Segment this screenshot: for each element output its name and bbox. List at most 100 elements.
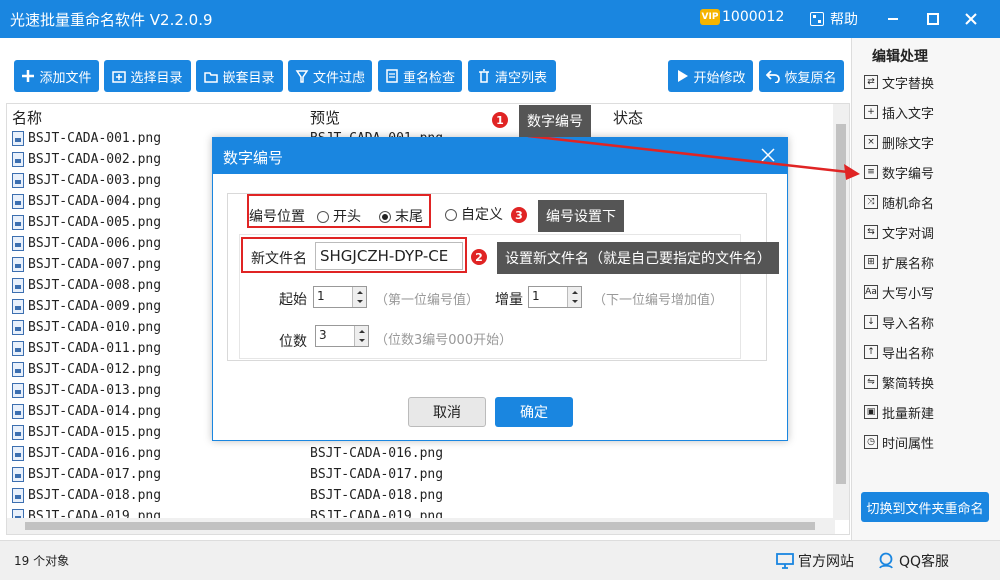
list-item[interactable]: BSJT-CADA-012.png bbox=[12, 359, 161, 380]
file-name: BSJT-CADA-013.png bbox=[28, 383, 162, 398]
panel-item[interactable]: ▣ 批量新建 bbox=[864, 402, 934, 422]
panel-item[interactable]: ↓ 导入名称 bbox=[864, 312, 934, 332]
website-label: 官方网站 bbox=[798, 554, 854, 570]
digits-stepper[interactable]: 3 bbox=[315, 325, 369, 347]
panel-item[interactable]: ≡ 数字编号 bbox=[864, 162, 934, 182]
select-dir-label: 选择目录 bbox=[130, 70, 183, 86]
list-item[interactable]: BSJT-CADA-009.png bbox=[12, 296, 161, 317]
panel-item[interactable]: Aa 大写小写 bbox=[864, 282, 934, 302]
account-badge[interactable]: VIP 1000012 bbox=[700, 9, 784, 25]
panel-item[interactable]: ⇄ 文字替换 bbox=[864, 72, 934, 92]
trash-icon bbox=[478, 69, 489, 83]
column-header-name[interactable]: 名称 bbox=[12, 107, 42, 128]
list-item[interactable]: BSJT-CADA-007.png bbox=[12, 254, 161, 275]
cancel-button[interactable]: 取消 bbox=[408, 397, 486, 427]
list-item[interactable]: BSJT-CADA-008.png bbox=[12, 275, 161, 296]
panel-item[interactable]: ⊞ 扩展名称 bbox=[864, 252, 934, 272]
panel-item[interactable]: ◷ 时间属性 bbox=[864, 432, 934, 452]
start-button[interactable]: 开始修改 bbox=[668, 60, 753, 92]
png-file-icon bbox=[12, 278, 24, 293]
stepper-arrows-icon[interactable] bbox=[567, 287, 581, 307]
start-stepper[interactable]: 1 bbox=[313, 286, 367, 308]
list-item[interactable]: BSJT-CADA-015.png bbox=[12, 422, 161, 443]
list-item[interactable]: BSJT-CADA-013.png bbox=[12, 380, 161, 401]
website-link[interactable]: 官方网站 bbox=[776, 551, 854, 571]
maximize-button[interactable] bbox=[920, 6, 946, 32]
file-name: BSJT-CADA-003.png bbox=[28, 173, 162, 188]
list-item[interactable]: BSJT-CADA-017.png bbox=[12, 464, 161, 485]
ok-button[interactable]: 确定 bbox=[495, 397, 573, 427]
list-item[interactable]: BSJT-CADA-002.png bbox=[12, 149, 161, 170]
panel-item-label: 繁简转换 bbox=[882, 376, 935, 392]
folder-open-icon bbox=[204, 72, 219, 83]
add-file-button[interactable]: 添加文件 bbox=[14, 60, 99, 92]
close-icon bbox=[965, 13, 977, 25]
file-filter-button[interactable]: 文件过虑 bbox=[288, 60, 372, 92]
file-name: BSJT-CADA-002.png bbox=[28, 152, 162, 167]
panel-item-icon: ⊞ bbox=[864, 255, 878, 269]
qq-icon bbox=[879, 552, 893, 569]
list-item[interactable]: BSJT-CADA-003.png bbox=[12, 170, 161, 191]
file-name: BSJT-CADA-012.png bbox=[28, 362, 162, 377]
file-name: BSJT-CADA-008.png bbox=[28, 278, 162, 293]
png-file-icon bbox=[12, 236, 24, 251]
clear-list-button[interactable]: 清空列表 bbox=[468, 60, 556, 92]
panel-item[interactable]: ⇆ 文字对调 bbox=[864, 222, 934, 242]
switch-folder-rename-button[interactable]: 切换到文件夹重命名 bbox=[861, 492, 989, 522]
panel-item-label: 时间属性 bbox=[882, 436, 935, 452]
stepper-arrows-icon[interactable] bbox=[352, 287, 366, 307]
minimize-button[interactable] bbox=[880, 6, 906, 32]
qq-service-link[interactable]: QQ客服 bbox=[877, 551, 949, 571]
digits-label: 位数 bbox=[279, 334, 307, 350]
column-header-preview[interactable]: 预览 bbox=[310, 107, 340, 128]
scroll-thumb[interactable] bbox=[836, 124, 846, 484]
list-item[interactable]: BSJT-CADA-004.png bbox=[12, 191, 161, 212]
stepper-arrows-icon[interactable] bbox=[354, 326, 368, 346]
vertical-scrollbar[interactable] bbox=[833, 104, 849, 520]
play-icon bbox=[678, 70, 689, 82]
panel-item[interactable]: ↑ 导出名称 bbox=[864, 342, 934, 362]
step-hint: （下一位编号增加值） bbox=[593, 293, 724, 308]
list-item[interactable]: BSJT-CADA-011.png bbox=[12, 338, 161, 359]
nested-dir-button[interactable]: 嵌套目录 bbox=[196, 60, 283, 92]
panel-title: 编辑处理 bbox=[872, 49, 928, 65]
list-item[interactable]: BSJT-CADA-018.png bbox=[12, 485, 161, 506]
rename-check-button[interactable]: 重名检查 bbox=[378, 60, 462, 92]
close-button[interactable] bbox=[958, 6, 984, 32]
list-item[interactable]: BSJT-CADA-016.png bbox=[12, 443, 161, 464]
rename-check-label: 重名检查 bbox=[402, 70, 455, 86]
help-label: 帮助 bbox=[830, 12, 858, 28]
column-header-status[interactable]: 状态 bbox=[613, 107, 643, 128]
panel-item[interactable]: + 插入文字 bbox=[864, 102, 934, 122]
highlight-box-position bbox=[247, 194, 431, 228]
select-dir-button[interactable]: 选择目录 bbox=[104, 60, 191, 92]
panel-item[interactable]: ⤨ 随机命名 bbox=[864, 192, 934, 212]
list-item[interactable]: BSJT-CADA-006.png bbox=[12, 233, 161, 254]
horizontal-scrollbar[interactable] bbox=[7, 518, 835, 534]
help-button[interactable]: 帮助 bbox=[810, 9, 858, 29]
panel-item-icon: × bbox=[864, 135, 878, 149]
dialog-close-icon[interactable] bbox=[759, 146, 777, 164]
panel-item-icon: ↓ bbox=[864, 315, 878, 329]
file-name: BSJT-CADA-006.png bbox=[28, 236, 162, 251]
annotation-callout-3: 编号设置下 bbox=[538, 200, 624, 232]
restore-button[interactable]: 恢复原名 bbox=[759, 60, 844, 92]
digits-stepper-value: 3 bbox=[319, 328, 327, 342]
panel-item-icon: ≡ bbox=[864, 165, 878, 179]
png-file-icon bbox=[12, 194, 24, 209]
list-item[interactable]: BSJT-CADA-005.png bbox=[12, 212, 161, 233]
help-icon bbox=[810, 12, 824, 26]
png-file-icon bbox=[12, 152, 24, 167]
step-stepper[interactable]: 1 bbox=[528, 286, 582, 308]
list-item[interactable]: BSJT-CADA-001.png bbox=[12, 128, 161, 149]
list-item[interactable]: BSJT-CADA-010.png bbox=[12, 317, 161, 338]
preview-name: BSJT-CADA-018.png bbox=[310, 488, 444, 503]
panel-item-icon: Aa bbox=[864, 285, 878, 299]
scroll-thumb[interactable] bbox=[25, 522, 815, 530]
radio-custom[interactable]: 自定义 bbox=[445, 204, 503, 224]
panel-item[interactable]: ⇋ 繁简转换 bbox=[864, 372, 934, 392]
file-name: BSJT-CADA-016.png bbox=[28, 446, 162, 461]
nested-dir-label: 嵌套目录 bbox=[222, 70, 275, 86]
list-item[interactable]: BSJT-CADA-014.png bbox=[12, 401, 161, 422]
panel-item[interactable]: × 删除文字 bbox=[864, 132, 934, 152]
